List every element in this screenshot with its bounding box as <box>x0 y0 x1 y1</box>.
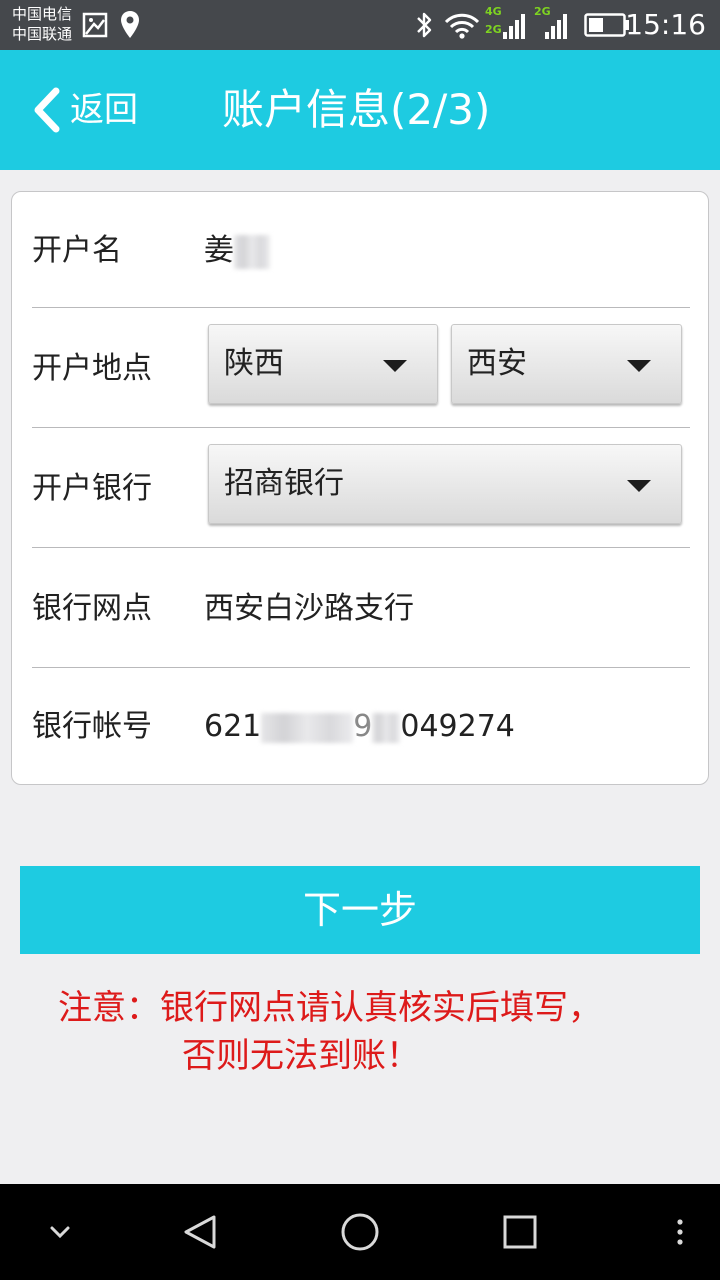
notice-line-1: 注意：银行网点请认真核实后填写， <box>58 988 602 1028</box>
nav-back-button[interactable] <box>170 1184 230 1280</box>
triangle-down-icon <box>383 360 407 372</box>
signal-strength-icon-second <box>545 14 567 39</box>
account-number-suffix: 049274 <box>400 709 515 744</box>
location-pin-icon <box>121 11 139 38</box>
wifi-icon <box>444 13 480 39</box>
back-button[interactable]: 返回 <box>32 80 172 140</box>
city-select[interactable]: 西安 <box>451 324 682 404</box>
row-divider <box>32 547 690 548</box>
account-name-text: 姜 <box>204 233 234 268</box>
more-vertical-icon <box>677 1219 683 1245</box>
chevron-down-icon <box>50 1226 70 1239</box>
account-number-value[interactable]: 621 9 049274 <box>204 668 515 786</box>
circle-icon <box>341 1213 379 1251</box>
notice-line-2: 否则无法到账！ <box>182 1036 420 1076</box>
bluetooth-icon <box>417 12 432 38</box>
signal-strength-icon <box>503 14 525 39</box>
form-row-account-name: 开户名 姜 <box>12 192 710 310</box>
branch-value[interactable]: 西安白沙路支行 <box>204 550 414 668</box>
network-type-4g: 4G <box>485 5 502 18</box>
triangle-down-icon <box>627 360 651 372</box>
app-header: 返回 账户信息(2/3) <box>0 50 720 170</box>
account-number-mid: 9 <box>353 709 373 744</box>
image-notification-icon <box>82 12 108 38</box>
branch-label: 银行网点 <box>32 591 152 626</box>
location-label: 开户地点 <box>32 351 152 386</box>
province-select-value: 陕西 <box>224 346 284 381</box>
square-icon <box>503 1215 537 1249</box>
masked-number-blur <box>261 712 354 743</box>
carrier-1: 中国电信 <box>12 5 73 23</box>
nav-menu-button[interactable] <box>664 1184 696 1280</box>
form-row-account-number[interactable]: 银行帐号 621 9 049274 <box>12 668 710 786</box>
nav-collapse-button[interactable] <box>36 1184 84 1280</box>
network-type-2g: 2G <box>485 23 502 36</box>
account-name-label: 开户名 <box>32 233 122 268</box>
city-select-value: 西安 <box>467 346 527 381</box>
row-divider <box>32 427 690 428</box>
row-divider <box>32 307 690 308</box>
next-step-button[interactable]: 下一步 <box>20 866 700 954</box>
triangle-down-icon <box>627 480 651 492</box>
carrier-2: 中国联通 <box>12 25 73 43</box>
province-select[interactable]: 陕西 <box>208 324 438 404</box>
masked-name-blur <box>234 234 270 269</box>
status-bar: 中国电信 中国联通 4G 2G 2G 15:16 <box>0 0 720 50</box>
masked-number-blur-second <box>372 712 401 743</box>
nav-home-button[interactable] <box>330 1184 390 1280</box>
back-label: 返回 <box>70 90 138 130</box>
bank-select-value: 招商银行 <box>224 466 344 501</box>
carrier-names: 中国电信 中国联通 <box>12 4 72 44</box>
form-row-location: 开户地点 陕西 西安 <box>12 310 710 428</box>
account-number-prefix: 621 <box>204 709 262 744</box>
page-title: 账户信息(2/3) <box>222 85 491 134</box>
nav-recents-button[interactable] <box>490 1184 550 1280</box>
triangle-left-icon <box>184 1215 216 1249</box>
warning-notice: 注意：银行网点请认真核实后填写， 否则无法到账！ <box>58 984 708 1080</box>
chevron-left-icon <box>34 87 60 133</box>
form-row-bank: 开户银行 招商银行 <box>12 430 710 548</box>
account-name-value: 姜 <box>204 192 270 310</box>
battery-icon <box>584 13 629 37</box>
form-row-branch[interactable]: 银行网点 西安白沙路支行 <box>12 550 710 668</box>
clock-time: 15:16 <box>625 8 706 41</box>
account-number-label: 银行帐号 <box>32 709 152 744</box>
system-navigation-bar <box>0 1184 720 1280</box>
bank-select[interactable]: 招商银行 <box>208 444 682 524</box>
bank-label: 开户银行 <box>32 471 152 506</box>
account-info-form: 开户名 姜 开户地点 陕西 西安 开户银行 招商银行 银行网点 西安白沙路支行 … <box>11 191 709 785</box>
